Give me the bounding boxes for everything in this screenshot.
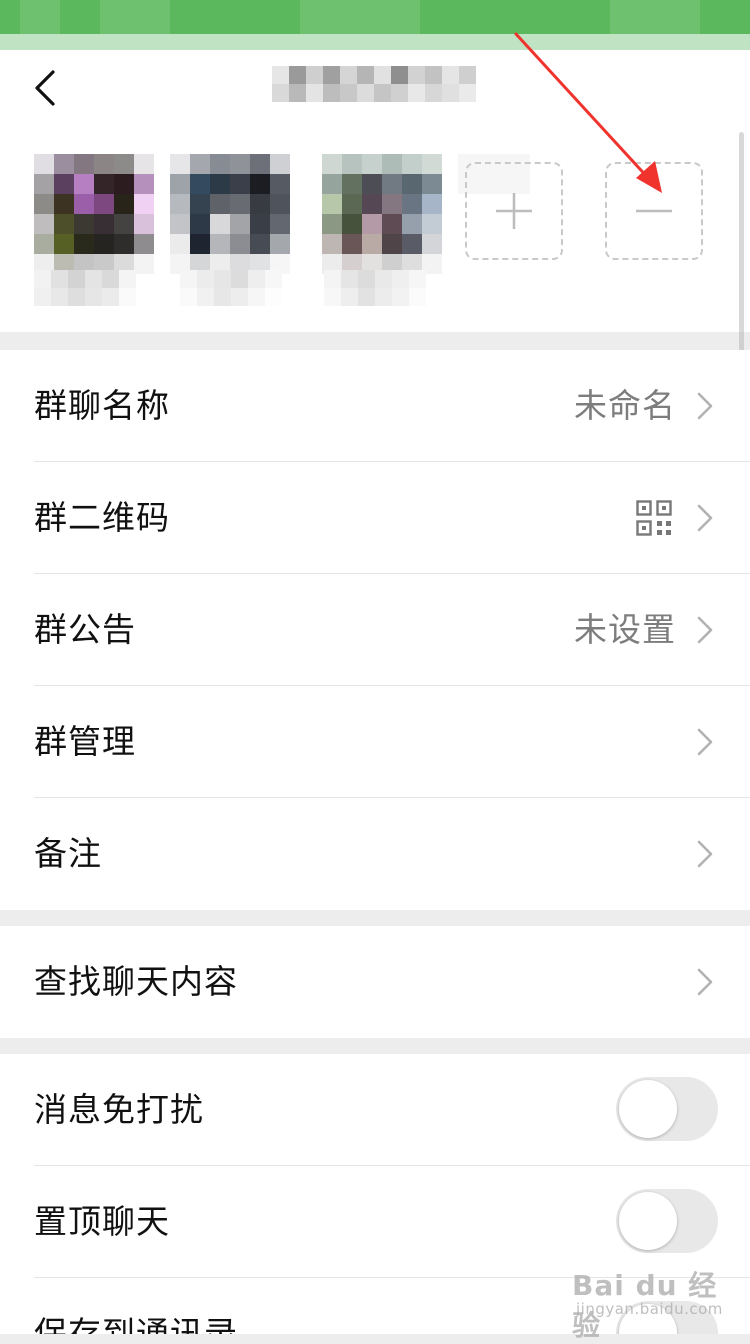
group-remark-label: 备注	[34, 834, 102, 873]
navigation-bar	[0, 50, 750, 132]
member-name-obscured	[34, 270, 136, 306]
group-qrcode-label: 群二维码	[34, 498, 170, 537]
member-avatar[interactable]	[170, 154, 290, 274]
watermark-sub: jingyan.baidu.com	[576, 1300, 723, 1318]
group-info-section: 群聊名称 未命名 群二维码 群公告 未设置 群管理 备注	[0, 350, 750, 910]
member-name-obscured	[180, 270, 282, 306]
status-bar-blur	[300, 0, 420, 34]
group-qrcode-row[interactable]: 群二维码	[0, 462, 750, 574]
qr-code-icon	[636, 500, 672, 536]
minus-icon	[636, 209, 672, 213]
group-announcement-value: 未设置	[574, 610, 676, 649]
status-bar-blur	[100, 0, 170, 34]
member-name-obscured	[324, 270, 426, 306]
mute-toggle[interactable]	[616, 1077, 718, 1141]
status-bar-blur	[20, 0, 60, 34]
chevron-left-icon	[35, 70, 55, 106]
save-contacts-label: 保存到通讯录	[34, 1314, 238, 1334]
group-announcement-label: 群公告	[34, 610, 136, 649]
group-manage-label: 群管理	[34, 722, 136, 761]
sticky-toggle[interactable]	[616, 1189, 718, 1253]
chevron-right-icon	[697, 968, 713, 996]
member-avatar[interactable]	[34, 154, 154, 274]
sticky-label: 置顶聊天	[34, 1202, 170, 1241]
plus-icon	[496, 193, 532, 229]
group-announcement-row[interactable]: 群公告 未设置	[0, 574, 750, 686]
group-remark-row[interactable]: 备注	[0, 798, 750, 910]
search-section: 查找聊天内容	[0, 926, 750, 1038]
watermark: Bai du 经验 jingyan.baidu.com	[560, 1264, 723, 1342]
chevron-right-icon	[697, 840, 713, 868]
toggle-knob	[619, 1192, 677, 1250]
mute-row: 消息免打扰	[0, 1054, 750, 1166]
toggle-knob	[619, 1080, 677, 1138]
status-bar	[0, 0, 750, 50]
status-bar-blur	[610, 0, 700, 34]
chevron-right-icon	[697, 616, 713, 644]
page-title-obscured	[272, 66, 476, 102]
remove-member-button[interactable]	[605, 162, 703, 260]
back-button[interactable]	[24, 66, 68, 110]
chevron-right-icon	[697, 392, 713, 420]
group-name-row[interactable]: 群聊名称 未命名	[0, 350, 750, 462]
add-member-button[interactable]	[465, 162, 563, 260]
chevron-right-icon	[697, 728, 713, 756]
search-chat-label: 查找聊天内容	[34, 962, 238, 1001]
group-name-label: 群聊名称	[34, 386, 170, 425]
search-chat-row[interactable]: 查找聊天内容	[0, 926, 750, 1038]
member-avatar[interactable]	[322, 154, 442, 274]
sticky-row: 置顶聊天	[0, 1166, 750, 1278]
chevron-right-icon	[697, 504, 713, 532]
mute-label: 消息免打扰	[34, 1090, 204, 1129]
member-list	[0, 132, 750, 332]
group-name-value: 未命名	[574, 386, 676, 425]
group-manage-row[interactable]: 群管理	[0, 686, 750, 798]
